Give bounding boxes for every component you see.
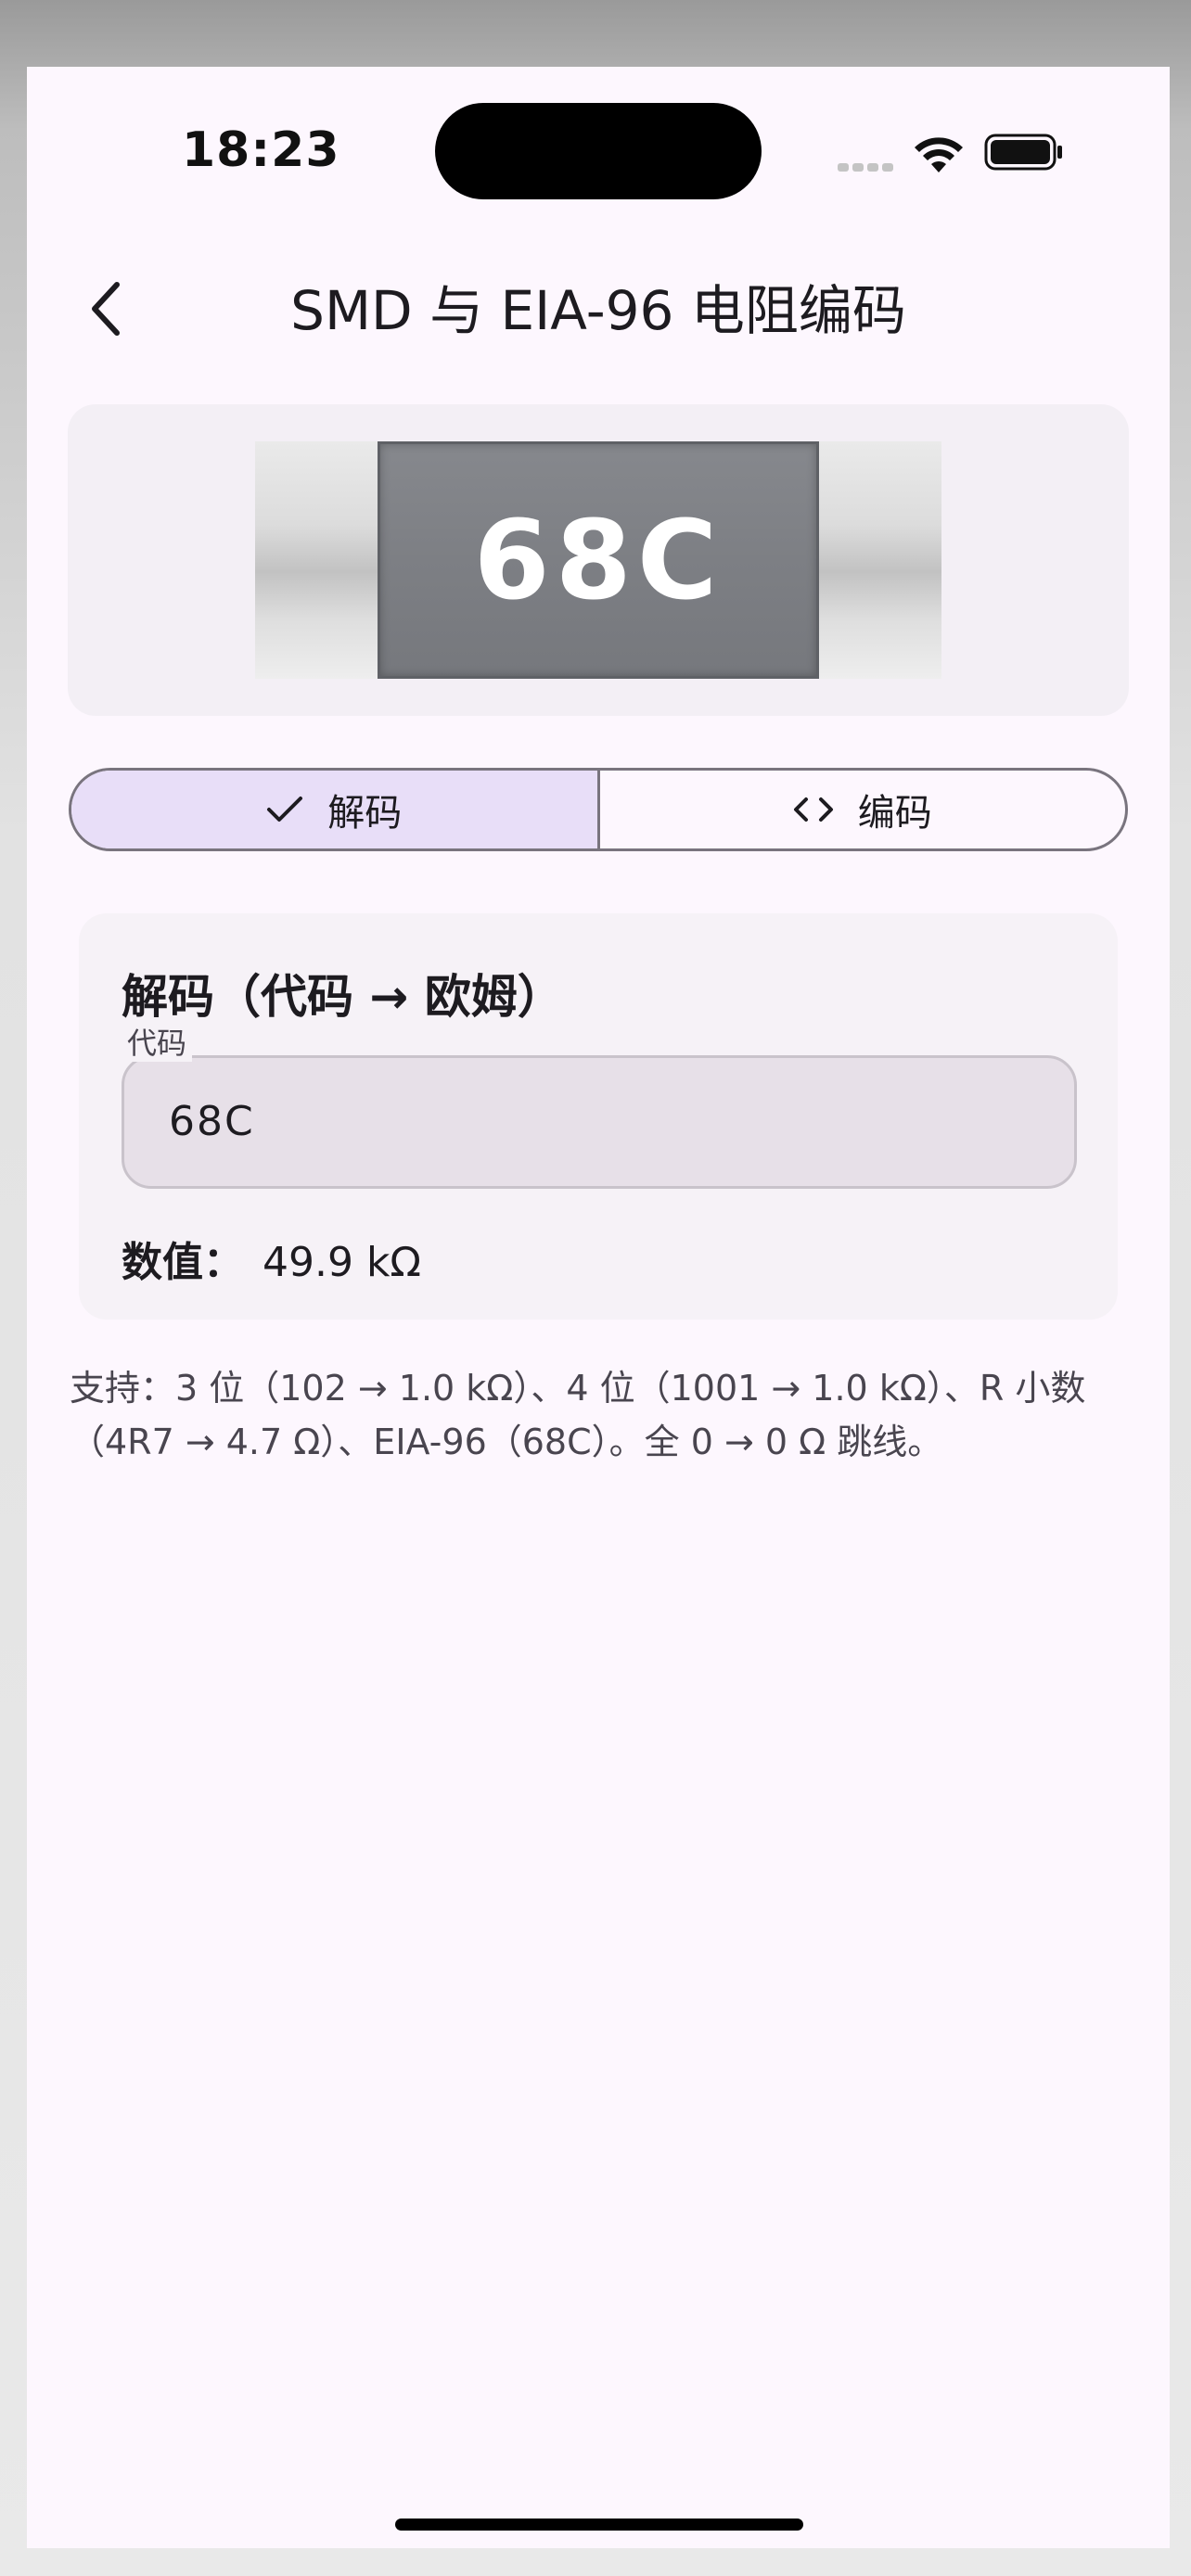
encode-segment[interactable]: 编码 xyxy=(600,771,1126,848)
decode-segment-label: 解码 xyxy=(327,792,403,835)
code-input-value[interactable]: 68C xyxy=(169,1058,255,1186)
mode-segmented-control: 解码 编码 xyxy=(69,768,1128,851)
encode-segment-label: 编码 xyxy=(857,792,932,835)
battery-icon xyxy=(984,134,1062,171)
dynamic-island xyxy=(435,103,762,199)
code-icon xyxy=(793,797,833,822)
result-row: 数值： 49.9 kΩ xyxy=(122,1229,421,1288)
code-field-label: 代码 xyxy=(122,1025,193,1062)
code-input-field[interactable]: 68C xyxy=(122,1055,1077,1189)
cellular-signal-icon xyxy=(838,158,899,172)
resistor-body: 68C xyxy=(378,441,819,679)
back-button[interactable] xyxy=(73,267,138,351)
chevron-left-icon xyxy=(92,282,120,336)
result-value: 49.9 kΩ xyxy=(263,1239,422,1286)
wifi-icon xyxy=(915,137,963,172)
smd-resistor-illustration: 68C xyxy=(255,441,941,679)
check-icon xyxy=(267,797,303,822)
status-time: 18:23 xyxy=(182,122,340,178)
resistor-left-terminal xyxy=(255,441,378,679)
home-indicator[interactable] xyxy=(395,2519,803,2531)
help-text: 支持：3 位（102 → 1.0 kΩ）、4 位（1001 → 1.0 kΩ）、… xyxy=(70,1368,1086,1462)
resistor-right-terminal xyxy=(819,441,941,679)
page-title: SMD 与 EIA-96 电阻编码 xyxy=(290,279,906,342)
resistor-preview-card: 68C xyxy=(68,404,1129,716)
phone-screen: 18:23 SMD 与 EIA-96 电阻编码 68C 解码 编码 解码（代码 … xyxy=(27,67,1170,2548)
decode-segment[interactable]: 解码 xyxy=(71,771,600,848)
result-label: 数值： xyxy=(122,1239,244,1286)
resistor-code-label: 68C xyxy=(473,496,724,624)
decode-card-title: 解码（代码 → 欧姆） xyxy=(122,970,564,1024)
decode-card: 解码（代码 → 欧姆） 68C 代码 数值： 49.9 kΩ xyxy=(79,913,1118,1320)
